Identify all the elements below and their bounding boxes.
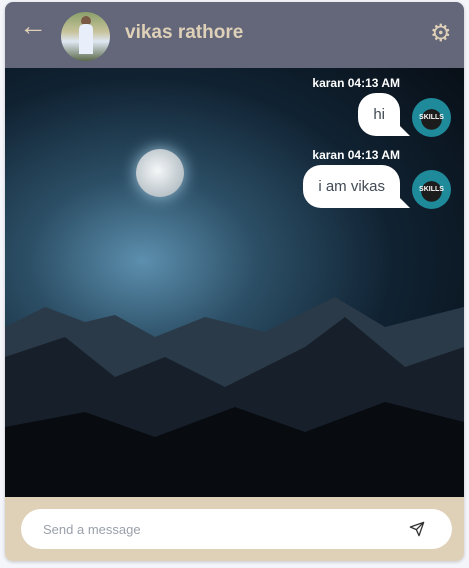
message-meta: karan 04:13 AM (312, 148, 400, 162)
sender-avatar: SKILLS (412, 98, 451, 137)
contact-name: vikas rathore (125, 22, 244, 43)
mountains-background (5, 297, 464, 497)
message-input[interactable] (21, 509, 452, 549)
avatar-logo-text: SKILLS (419, 186, 444, 193)
chat-messages-area: karan 04:13 AM hi SKILLS karan 04:13 AM … (5, 68, 464, 497)
gear-icon[interactable]: ⚙ (430, 22, 452, 46)
composer-bar (5, 497, 464, 561)
paper-plane-icon[interactable] (409, 521, 425, 537)
back-arrow-icon[interactable]: ← (19, 12, 47, 40)
sender-avatar: SKILLS (412, 170, 451, 209)
chat-header: ← vikas rathore ⚙ (5, 2, 464, 68)
contact-avatar[interactable] (61, 12, 110, 61)
message-bubble: hi (358, 93, 410, 136)
moon-background-image (136, 149, 184, 197)
message-bubble: i am vikas (303, 165, 410, 208)
avatar-logo-text: SKILLS (419, 114, 444, 121)
chat-window: ← vikas rathore ⚙ karan 04:13 AM hi SKIL… (5, 2, 464, 561)
message-meta: karan 04:13 AM (312, 76, 400, 90)
